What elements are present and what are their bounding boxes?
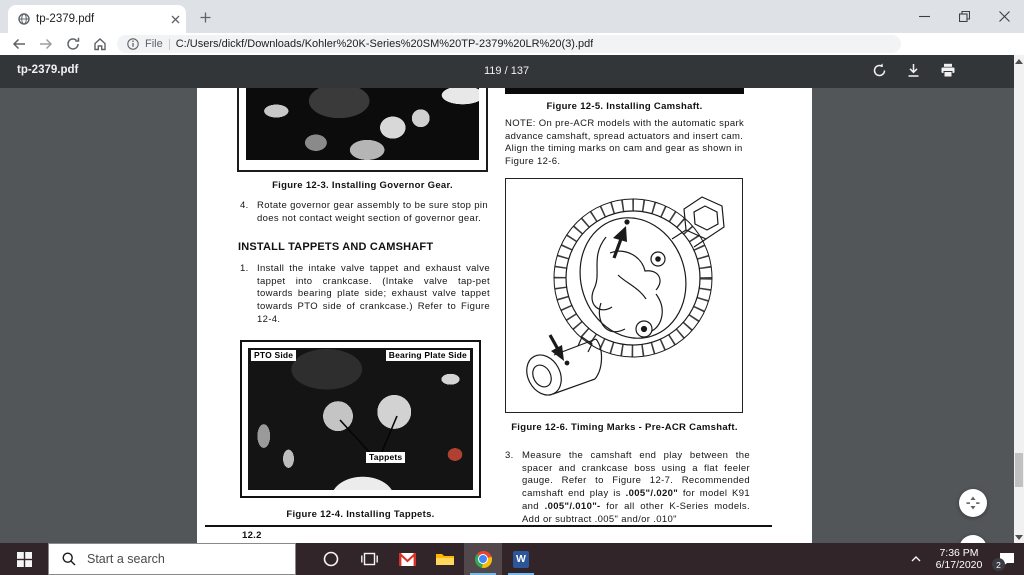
window-restore-button[interactable] bbox=[944, 0, 984, 33]
new-tab-button[interactable] bbox=[196, 8, 214, 26]
step-3-bold-value: .005"/.020" bbox=[625, 488, 679, 500]
step-3-text: Measure the camshaft end play between th… bbox=[522, 450, 750, 526]
step-4: 4. Rotate governor gear assembly to be s… bbox=[240, 200, 488, 225]
nav-icons bbox=[0, 37, 107, 51]
window-close-button[interactable] bbox=[984, 0, 1024, 33]
print-icon[interactable] bbox=[940, 63, 956, 78]
start-button[interactable] bbox=[0, 543, 48, 575]
address-url-box[interactable]: File C:/Users/dickf/Downloads/Kohler%20K… bbox=[117, 35, 901, 53]
tray-chevron-up-icon[interactable] bbox=[904, 556, 928, 562]
search-icon bbox=[62, 552, 76, 566]
figure-12-4-photo: PTO Side Bearing Plate Side Tappets bbox=[248, 348, 473, 490]
system-tray: 7:36 PM 6/17/2020 2 bbox=[904, 543, 1024, 575]
fit-page-button[interactable] bbox=[959, 489, 987, 517]
pdf-content-area: Figure 12-3. Installing Governor Gear. 4… bbox=[0, 88, 1024, 575]
pdf-viewer-toolbar: tp-2379.pdf 119 / 137 bbox=[0, 55, 1024, 88]
note-paragraph: NOTE: On pre-ACR models with the automat… bbox=[505, 118, 745, 168]
figure-12-5-caption: Figure 12-5. Installing Camshaft. bbox=[546, 101, 703, 112]
step-1: 1. Install the intake valve tappet and e… bbox=[240, 263, 490, 327]
browser-tab[interactable]: tp-2379.pdf bbox=[8, 5, 186, 33]
figure-12-3-caption: Figure 12-3. Installing Governor Gear. bbox=[272, 180, 453, 191]
notification-badge: 2 bbox=[992, 558, 1005, 571]
chrome-app-button[interactable] bbox=[464, 543, 502, 575]
step-3-bold-value: .005"/.010"- bbox=[544, 500, 601, 512]
taskbar-spacer bbox=[296, 543, 312, 575]
info-icon[interactable] bbox=[127, 38, 139, 50]
forward-icon[interactable] bbox=[39, 37, 53, 51]
scrollbar-thumb[interactable] bbox=[1015, 453, 1023, 487]
window-minimize-button[interactable] bbox=[904, 0, 944, 33]
tab-close-icon[interactable] bbox=[171, 15, 180, 24]
browser-window: tp-2379.pdf File C:/Users/dickf/Download… bbox=[0, 0, 1024, 575]
figure-12-4-frame: PTO Side Bearing Plate Side Tappets bbox=[240, 340, 481, 498]
pto-side-label: PTO Side bbox=[251, 350, 297, 361]
url-scheme-label: File bbox=[145, 38, 163, 50]
pdf-page-indicator: 119 / 137 bbox=[484, 65, 530, 77]
pdf-filename: tp-2379.pdf bbox=[17, 64, 79, 76]
bearing-plate-side-label: Bearing Plate Side bbox=[385, 350, 470, 361]
tappet-pointer-lines bbox=[339, 415, 398, 455]
chrome-icon bbox=[474, 550, 492, 568]
figure-12-3-photo bbox=[246, 88, 479, 160]
url-separator bbox=[168, 38, 170, 50]
figure-12-5-photo-edge bbox=[505, 88, 744, 94]
tappets-label: Tappets bbox=[366, 452, 406, 463]
step-3: 3. Measure the camshaft end play between… bbox=[505, 450, 750, 526]
mail-app-button[interactable] bbox=[388, 543, 426, 575]
url-text: C:/Users/dickf/Downloads/Kohler%20K-Seri… bbox=[175, 38, 594, 50]
file-explorer-button[interactable] bbox=[426, 543, 464, 575]
back-icon[interactable] bbox=[12, 37, 26, 51]
home-icon[interactable] bbox=[93, 37, 107, 51]
reload-icon[interactable] bbox=[66, 37, 80, 51]
figure-12-6-caption: Figure 12-6. Timing Marks - Pre-ACR Cams… bbox=[511, 422, 738, 433]
rotate-icon[interactable] bbox=[872, 63, 887, 78]
word-app-button[interactable]: W bbox=[502, 543, 540, 575]
window-controls bbox=[904, 0, 1024, 33]
step-1-text: Install the intake valve tappet and exha… bbox=[257, 263, 490, 325]
browser-tab-strip: tp-2379.pdf bbox=[0, 0, 1024, 33]
step-1-number: 1. bbox=[240, 263, 249, 274]
figure-12-3-frame bbox=[237, 88, 488, 172]
clock-date: 6/17/2020 bbox=[935, 559, 983, 571]
action-center-button[interactable]: 2 bbox=[990, 543, 1024, 575]
scrollbar-down-arrow[interactable] bbox=[1014, 531, 1024, 543]
cortana-button[interactable] bbox=[312, 543, 350, 575]
step-4-number: 4. bbox=[240, 200, 249, 211]
pdf-tools bbox=[872, 63, 956, 78]
browser-address-bar: File C:/Users/dickf/Downloads/Kohler%20K… bbox=[0, 33, 1024, 86]
camshaft-gear-drawing bbox=[526, 196, 725, 396]
download-icon[interactable] bbox=[906, 63, 921, 78]
scrollbar[interactable] bbox=[1014, 55, 1024, 543]
search-input[interactable] bbox=[85, 551, 269, 567]
word-icon: W bbox=[513, 550, 529, 568]
pdf-favicon-icon bbox=[18, 13, 30, 25]
task-view-button[interactable] bbox=[350, 543, 388, 575]
step-3-number: 3. bbox=[505, 450, 514, 461]
figure-12-6-frame bbox=[505, 178, 743, 413]
step-4-text: Rotate governor gear assembly to be sure… bbox=[257, 200, 488, 224]
taskbar-search-box[interactable] bbox=[48, 543, 296, 575]
tab-title: tp-2379.pdf bbox=[36, 13, 95, 25]
taskbar: W 7:36 PM 6/17/2020 2 bbox=[0, 543, 1024, 575]
scrollbar-up-arrow[interactable] bbox=[1014, 55, 1024, 67]
page-number: 12.2 bbox=[242, 530, 262, 541]
section-heading: INSTALL TAPPETS AND CAMSHAFT bbox=[238, 241, 434, 253]
taskbar-clock[interactable]: 7:36 PM 6/17/2020 bbox=[928, 547, 990, 571]
clock-time: 7:36 PM bbox=[939, 547, 979, 559]
figure-12-4-caption: Figure 12-4. Installing Tappets. bbox=[286, 509, 435, 520]
pdf-page: Figure 12-3. Installing Governor Gear. 4… bbox=[197, 88, 812, 543]
